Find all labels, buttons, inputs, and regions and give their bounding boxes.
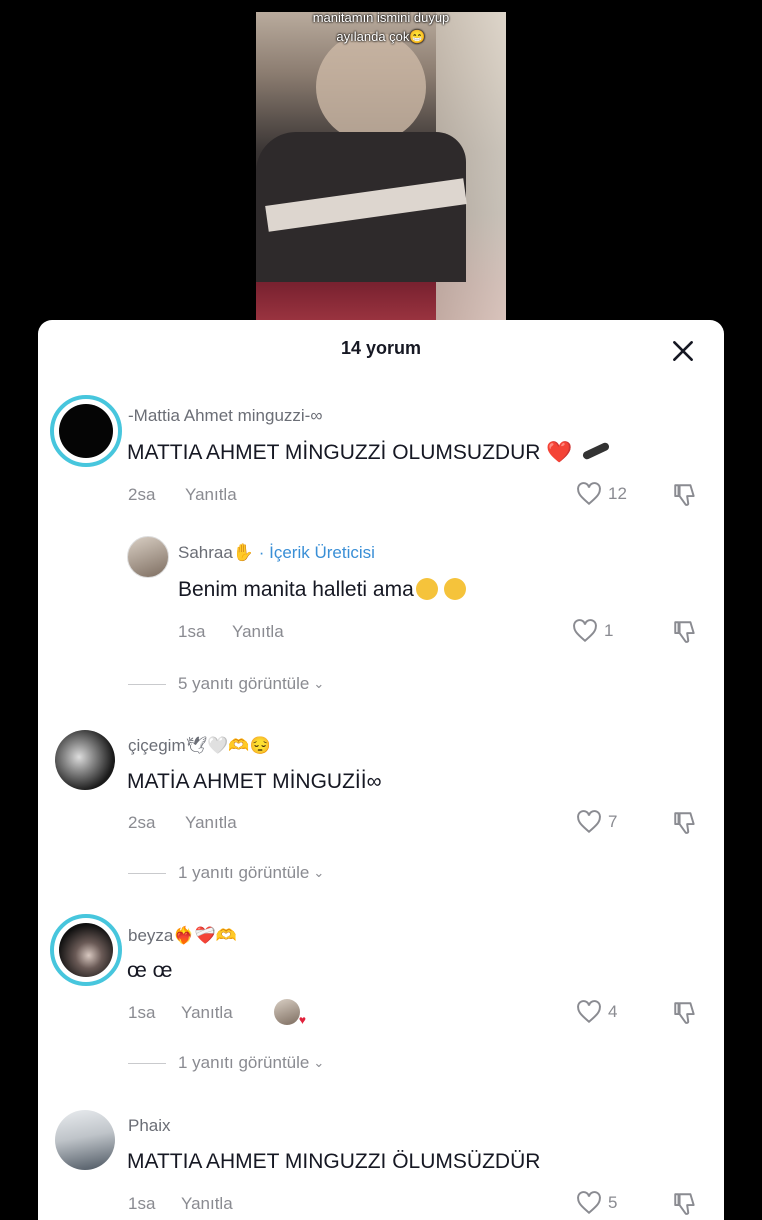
heart-icon xyxy=(577,1191,601,1215)
like-count: 5 xyxy=(608,1193,618,1212)
view-replies-button[interactable]: 1 yanıtı görüntüle ⌄ xyxy=(128,863,324,883)
comment-text: Benim manita halleti ama xyxy=(178,578,466,602)
reply-button[interactable]: Yanıtla xyxy=(181,1003,233,1023)
dislike-icon[interactable] xyxy=(672,619,698,645)
liked-by-creator-icon: ♥ xyxy=(274,999,306,1027)
chevron-down-icon: ⌄ xyxy=(313,865,325,880)
creator-badge: · İçerik Üreticisi xyxy=(258,543,375,562)
heart-icon xyxy=(577,1000,601,1024)
dislike-icon[interactable] xyxy=(672,1191,698,1217)
view-replies-button[interactable]: 1 yanıtı görüntüle ⌄ xyxy=(128,1053,324,1073)
grin-emoji-icon xyxy=(443,578,466,600)
like-count: 7 xyxy=(608,812,618,831)
pensive-emoji-icon xyxy=(415,578,438,600)
like-button[interactable]: 5 xyxy=(576,1191,617,1215)
avatar[interactable] xyxy=(55,730,115,790)
comment-time: 2sa xyxy=(128,485,156,504)
comment-text: MATİA AHMET MİNGUZİİ∞ xyxy=(127,770,382,793)
chevron-down-icon: ⌄ xyxy=(313,1055,325,1070)
like-button[interactable]: 12 xyxy=(576,482,627,506)
like-button[interactable]: 7 xyxy=(576,810,617,834)
comment-time: 1sa xyxy=(128,1194,156,1213)
comment-time: 1sa xyxy=(178,622,206,641)
chevron-down-icon: ⌄ xyxy=(313,676,325,691)
comments-count-title: 14 yorum xyxy=(340,338,422,358)
comment-username[interactable]: Phaix xyxy=(128,1116,171,1136)
like-count: 1 xyxy=(604,621,614,640)
comment-time: 2sa xyxy=(128,813,156,832)
heart-icon xyxy=(573,619,597,643)
comments-sheet: 14 yorum -Mattia Ahmet minguzzi-∞ MATTIA… xyxy=(38,320,724,1220)
avatar[interactable] xyxy=(50,914,122,986)
video-subject xyxy=(316,32,426,142)
view-replies-button[interactable]: 5 yanıtı görüntüle ⌄ xyxy=(128,674,324,694)
divider-line xyxy=(128,872,166,874)
avatar[interactable] xyxy=(55,1110,115,1170)
like-count: 4 xyxy=(608,1002,618,1021)
dislike-icon[interactable] xyxy=(672,482,698,508)
comment-username[interactable]: -Mattia Ahmet minguzzi-∞ xyxy=(128,406,322,426)
comment-username[interactable]: çiçegim🕊🤍🫶😔 xyxy=(128,736,271,756)
comment-text: œ œ xyxy=(127,959,173,982)
divider-line xyxy=(128,1062,166,1064)
avatar[interactable] xyxy=(50,395,122,467)
heart-icon xyxy=(577,810,601,834)
comment-text: MATTIA AHMET MİNGUZZİ OLUMSUZDUR ❤️ xyxy=(127,441,611,465)
reply-button[interactable]: Yanıtla xyxy=(185,813,237,833)
close-icon[interactable] xyxy=(670,338,696,364)
skateboard-icon xyxy=(581,441,611,461)
avatar[interactable] xyxy=(127,536,169,578)
reply-button[interactable]: Yanıtla xyxy=(185,485,237,505)
heart-icon xyxy=(577,482,601,506)
comment-time: 1sa xyxy=(128,1003,156,1022)
like-count: 12 xyxy=(608,484,627,503)
divider-line xyxy=(128,683,166,685)
dislike-icon[interactable] xyxy=(672,1000,698,1026)
comment-username[interactable]: beyza❤️‍🔥❤️‍🩹🫶 xyxy=(128,926,237,946)
comment-username[interactable]: Sahraa✋ · İçerik Üreticisi xyxy=(178,543,375,563)
video-caption: manitamın ismini duyup ayılanda çok😁 xyxy=(312,12,450,44)
video-preview[interactable]: manitamın ismini duyup ayılanda çok😁 xyxy=(256,12,506,322)
like-button[interactable]: 1 xyxy=(572,619,613,643)
reply-button[interactable]: Yanıtla xyxy=(181,1194,233,1214)
reply-button[interactable]: Yanıtla xyxy=(232,622,284,642)
dislike-icon[interactable] xyxy=(672,810,698,836)
like-button[interactable]: 4 xyxy=(576,1000,617,1024)
comment-text: MATTIA AHMET MINGUZZI ÖLUMSÜZDÜR xyxy=(127,1150,541,1173)
